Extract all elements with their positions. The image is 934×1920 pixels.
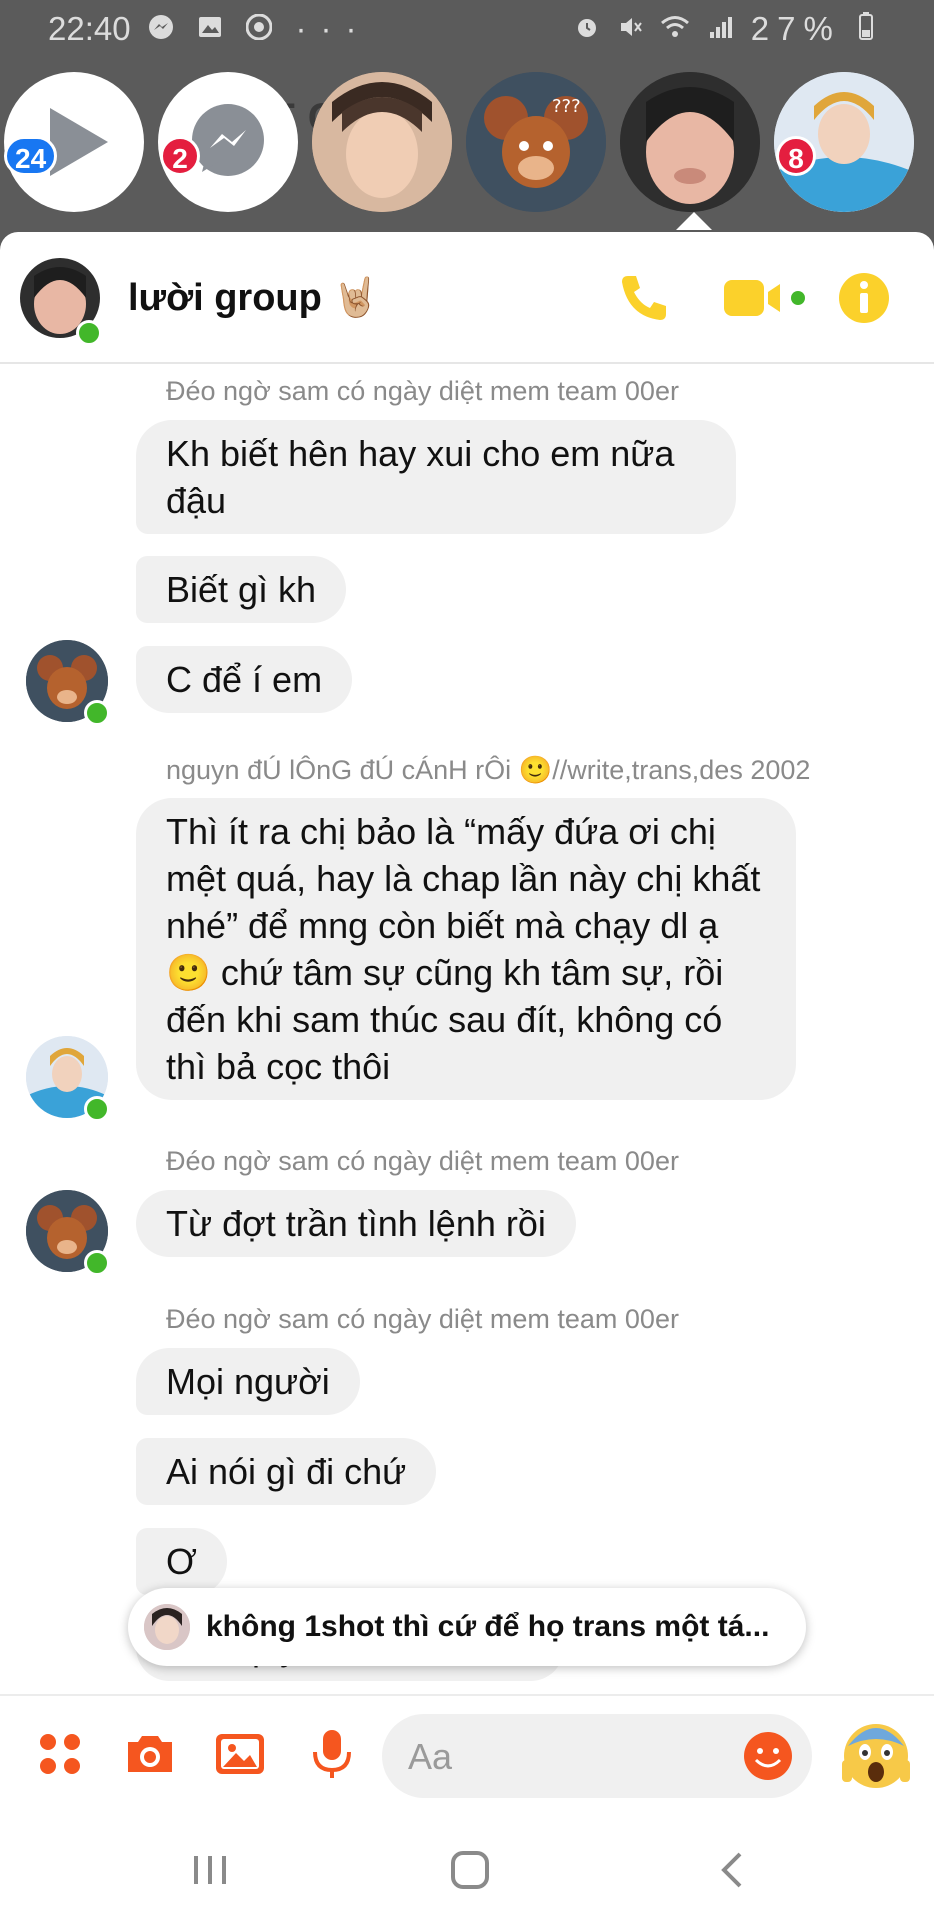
mic-icon[interactable] bbox=[304, 1726, 360, 1782]
chat-head-badge: 8 bbox=[776, 136, 816, 176]
chat-heads-row: 24 2 ??? 8 bbox=[0, 68, 934, 218]
message-bubble[interactable]: Thì ít ra chị bảo là “mấy đứa ơi chị mệt… bbox=[136, 798, 796, 1100]
message-list[interactable]: Đéo ngờ sam có ngày diệt mem team 00er K… bbox=[0, 362, 934, 1681]
toast-text: không 1shot thì cứ để họ trans một tá... bbox=[206, 1610, 770, 1643]
chat-head-contact[interactable] bbox=[312, 72, 452, 212]
messenger-icon bbox=[149, 15, 173, 39]
online-indicator bbox=[84, 1096, 110, 1122]
back-icon[interactable] bbox=[712, 1848, 756, 1892]
emoji-icon[interactable] bbox=[742, 1730, 794, 1782]
jerry-mouse-avatar-icon: ??? bbox=[466, 72, 606, 212]
sender-name: Đéo ngờ sam có ngày diệt mem team 00er bbox=[166, 1304, 679, 1334]
phone-icon[interactable] bbox=[614, 268, 674, 328]
message-bubble[interactable]: Ai nói gì đi chứ bbox=[136, 1438, 437, 1505]
chrome-icon bbox=[245, 13, 273, 41]
mute-icon bbox=[621, 18, 643, 36]
image-icon[interactable] bbox=[212, 1726, 268, 1782]
message-bubble[interactable]: Ơ bbox=[136, 1528, 227, 1595]
chat-head-badge: 24 bbox=[4, 136, 58, 176]
message-composer: Aa bbox=[0, 1694, 934, 1812]
battery-icon bbox=[859, 12, 873, 40]
alarm-icon bbox=[578, 19, 597, 37]
sender-name: Đéo ngờ sam có ngày diệt mem team 00er bbox=[166, 1146, 679, 1176]
sender-name: nguyn đÚ lÔnG đÚ cÁnH rÔi 🙂//write,trans… bbox=[166, 755, 811, 785]
online-indicator bbox=[84, 1250, 110, 1276]
status-notification-icons: ··· bbox=[148, 10, 370, 48]
new-message-toast[interactable]: không 1shot thì cứ để họ trans một tá... bbox=[128, 1588, 806, 1666]
message-bubble[interactable]: Biết gì kh bbox=[136, 556, 347, 623]
wifi-icon bbox=[661, 16, 690, 37]
system-nav-bar bbox=[0, 1812, 934, 1920]
message-bubble[interactable]: Từ đợt trần tình lệnh rồi bbox=[136, 1190, 576, 1257]
svg-text:???: ??? bbox=[552, 96, 581, 117]
more-dots-icon: ··· bbox=[295, 10, 371, 47]
quick-reaction-emoji-icon[interactable] bbox=[838, 1716, 914, 1792]
contact-avatar-icon bbox=[620, 72, 760, 212]
chat-head-contact[interactable]: ??? bbox=[466, 72, 606, 212]
message-bubble[interactable]: Mọi người bbox=[136, 1348, 360, 1415]
camera-icon[interactable] bbox=[122, 1726, 178, 1782]
chat-panel: lười group 🤘🏼 Đéo ngờ sam có ngày diệt m… bbox=[0, 232, 934, 1812]
contact-avatar-icon bbox=[312, 72, 452, 212]
status-time: 22:40 bbox=[48, 10, 131, 47]
recents-icon[interactable] bbox=[188, 1848, 232, 1892]
status-system-icons: 27% bbox=[574, 10, 874, 48]
status-bar: 22:40 ··· 27% bbox=[0, 0, 934, 58]
video-call-icon[interactable] bbox=[722, 268, 812, 328]
conversation-header: lười group 🤘🏼 bbox=[0, 232, 934, 364]
conversation-title[interactable]: lười group 🤘🏼 bbox=[128, 276, 380, 320]
signal-icon bbox=[709, 17, 732, 38]
chat-head-badge: 2 bbox=[160, 136, 200, 176]
chat-head-pointer bbox=[676, 212, 712, 230]
message-input-placeholder: Aa bbox=[408, 1736, 453, 1777]
online-indicator bbox=[76, 320, 102, 346]
message-input[interactable]: Aa bbox=[382, 1714, 812, 1798]
apps-icon[interactable] bbox=[32, 1726, 88, 1782]
toast-avatar bbox=[144, 1604, 190, 1650]
home-icon[interactable] bbox=[448, 1848, 492, 1892]
gallery-icon bbox=[199, 17, 222, 37]
contact-avatar-icon bbox=[144, 1604, 190, 1650]
chat-head-contact-active[interactable] bbox=[620, 72, 760, 212]
battery-level: 27% bbox=[750, 10, 841, 47]
online-indicator bbox=[84, 700, 110, 726]
sender-name: Đéo ngờ sam có ngày diệt mem team 00er bbox=[166, 376, 679, 406]
message-bubble[interactable]: Kh biết hên hay xui cho em nữa đậu bbox=[136, 420, 736, 534]
message-bubble[interactable]: C để í em bbox=[136, 646, 353, 713]
info-icon[interactable] bbox=[834, 268, 894, 328]
